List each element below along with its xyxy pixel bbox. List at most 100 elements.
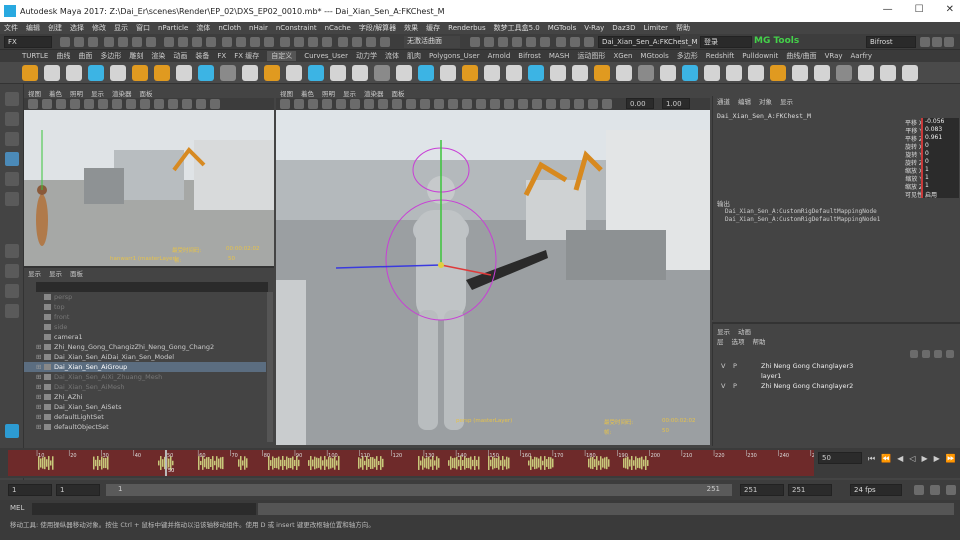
- outliner-item[interactable]: ⊞ Dai_Xian_Sen_AiMesh: [24, 382, 266, 392]
- status-tool-icon[interactable]: [88, 37, 98, 47]
- status-tool-icon[interactable]: [570, 37, 580, 47]
- layers-menu[interactable]: 层: [717, 336, 724, 346]
- viewport-menu-item[interactable]: 视图: [280, 88, 293, 98]
- viewport-tool-icon[interactable]: [588, 99, 598, 109]
- expand-toggle-icon[interactable]: ⊞: [36, 342, 41, 352]
- shelf-tab[interactable]: Bifrost: [518, 52, 541, 60]
- shelf-tool-icon[interactable]: [528, 65, 544, 81]
- channel-value[interactable]: -0.056: [921, 118, 959, 126]
- viewport-menu-item[interactable]: 渲染器: [364, 88, 384, 98]
- step-back-key-icon[interactable]: ⏪: [881, 454, 891, 464]
- menu-item[interactable]: 编辑: [26, 23, 40, 33]
- status-tool-icon[interactable]: [264, 37, 274, 47]
- shelf-tab[interactable]: 运动图形: [577, 51, 605, 61]
- viewport-tool-icon[interactable]: [518, 99, 528, 109]
- shelf-tool-icon[interactable]: [682, 65, 698, 81]
- shelf-tool-icon[interactable]: [814, 65, 830, 81]
- status-tool-icon[interactable]: [250, 37, 260, 47]
- shelf-tool-icon[interactable]: [462, 65, 478, 81]
- viewport-tool-icon[interactable]: [420, 99, 430, 109]
- shelf-tab[interactable]: MASH: [549, 52, 570, 60]
- minimize-button[interactable]: —: [883, 4, 893, 15]
- shelf-tab[interactable]: Polygons_User: [429, 52, 480, 60]
- viewport-tool-icon[interactable]: [574, 99, 584, 109]
- status-tool-icon[interactable]: [540, 37, 550, 47]
- outliner-layout-icon[interactable]: [5, 304, 19, 318]
- channel-row[interactable]: 缩放 Y1: [713, 174, 960, 183]
- viewport-tool-icon[interactable]: [490, 99, 500, 109]
- channel-row[interactable]: 平移 X -0.056: [713, 118, 960, 127]
- panel-toggle-icon[interactable]: [944, 37, 954, 47]
- outliner-item[interactable]: ⊞ defaultLightSet: [24, 412, 266, 422]
- shelf-tool-icon[interactable]: [286, 65, 302, 81]
- viewport-tool-icon[interactable]: [112, 99, 122, 109]
- auto-key-icon[interactable]: [914, 485, 924, 495]
- channel-box-menu-item[interactable]: 通道: [717, 96, 730, 106]
- viewport-tool-icon[interactable]: [308, 99, 318, 109]
- layer-move-up-icon[interactable]: [910, 350, 918, 358]
- menu-item[interactable]: 帮助: [676, 23, 690, 33]
- viewport-tool-icon[interactable]: [532, 99, 542, 109]
- menu-item[interactable]: 选择: [70, 23, 84, 33]
- viewport-tool-icon[interactable]: [504, 99, 514, 109]
- shelf-tool-icon[interactable]: [858, 65, 874, 81]
- shelf-tab[interactable]: 曲线/曲面: [786, 51, 816, 61]
- new-layer-selected-icon[interactable]: [946, 350, 954, 358]
- status-tool-icon[interactable]: [192, 37, 202, 47]
- persp-view[interactable]: persp (masterLayer) 最受时间码: 00:00:02:02 帧…: [276, 110, 710, 445]
- status-tool-icon[interactable]: [146, 37, 156, 47]
- shelf-tool-icon[interactable]: [660, 65, 676, 81]
- viewport-tool-icon[interactable]: [140, 99, 150, 109]
- viewport-tool-icon[interactable]: [560, 99, 570, 109]
- status-tool-icon[interactable]: [352, 37, 362, 47]
- select-tool-icon[interactable]: [5, 92, 19, 106]
- viewport-tool-icon[interactable]: [364, 99, 374, 109]
- help-menu[interactable]: 帮助: [753, 336, 766, 346]
- viewport-menu-item[interactable]: 照明: [70, 88, 83, 98]
- viewport-tool-icon[interactable]: [392, 99, 402, 109]
- shelf-tab[interactable]: 曲线: [56, 51, 70, 61]
- shelf-tab[interactable]: 雕刻: [129, 51, 143, 61]
- menu-item[interactable]: 流体: [196, 23, 210, 33]
- menu-item[interactable]: Limiter: [643, 24, 668, 32]
- status-tool-icon[interactable]: [366, 37, 376, 47]
- new-layer-icon[interactable]: [934, 350, 942, 358]
- outliner-item[interactable]: camera1: [24, 332, 266, 342]
- outliner-item[interactable]: ⊞ Dai_Xian_Sen_AiGroup: [24, 362, 266, 372]
- viewport-tool-icon[interactable]: [350, 99, 360, 109]
- channel-box-menu-item[interactable]: 对象: [759, 96, 772, 106]
- shelf-tool-icon[interactable]: [198, 65, 214, 81]
- menu-item[interactable]: nCloth: [218, 24, 241, 32]
- login-dropdown[interactable]: 登录: [700, 36, 752, 48]
- four-pane-icon[interactable]: [5, 264, 19, 278]
- shelf-tool-icon[interactable]: [330, 65, 346, 81]
- tab-display[interactable]: 显示: [717, 326, 730, 336]
- output-node-2[interactable]: Dai_Xian_Sen_A:CustomRigDefaultMappingNo…: [725, 216, 880, 223]
- expand-toggle-icon[interactable]: ⊞: [36, 392, 41, 402]
- viewport-tool-icon[interactable]: [434, 99, 444, 109]
- viewport-menu-item[interactable]: 着色: [49, 88, 62, 98]
- viewport-tool-icon[interactable]: [84, 99, 94, 109]
- channel-value[interactable]: 0: [921, 158, 959, 166]
- shelf-tool-icon[interactable]: [308, 65, 324, 81]
- shelf-tool-icon[interactable]: [374, 65, 390, 81]
- layer-visibility-toggle[interactable]: V: [721, 362, 725, 370]
- close-button[interactable]: ✕: [946, 4, 954, 15]
- shelf-tab[interactable]: VRay: [825, 52, 843, 60]
- shelf-tab[interactable]: 多边形: [100, 51, 121, 61]
- status-tool-icon[interactable]: [470, 37, 480, 47]
- channel-row[interactable]: 平移 Y 0.083: [713, 126, 960, 135]
- range-slider[interactable]: 1 251: [106, 484, 732, 496]
- viewport-tool-icon[interactable]: [42, 99, 52, 109]
- shelf-tab[interactable]: FX 缓存: [234, 51, 259, 61]
- viewport-menu-item[interactable]: 视图: [28, 88, 41, 98]
- status-tool-icon[interactable]: [206, 37, 216, 47]
- panel-toggle-icon[interactable]: [932, 37, 942, 47]
- viewport-tool-icon[interactable]: [182, 99, 192, 109]
- outliner-item[interactable]: ⊞ Dai_Xian_Sen_AiXi_Zhuang_Mesh: [24, 372, 266, 382]
- viewport-tool-icon[interactable]: [448, 99, 458, 109]
- expand-toggle-icon[interactable]: ⊞: [36, 352, 41, 362]
- status-tool-icon[interactable]: [118, 37, 128, 47]
- menu-item[interactable]: 创建: [48, 23, 62, 33]
- shelf-tool-icon[interactable]: [726, 65, 742, 81]
